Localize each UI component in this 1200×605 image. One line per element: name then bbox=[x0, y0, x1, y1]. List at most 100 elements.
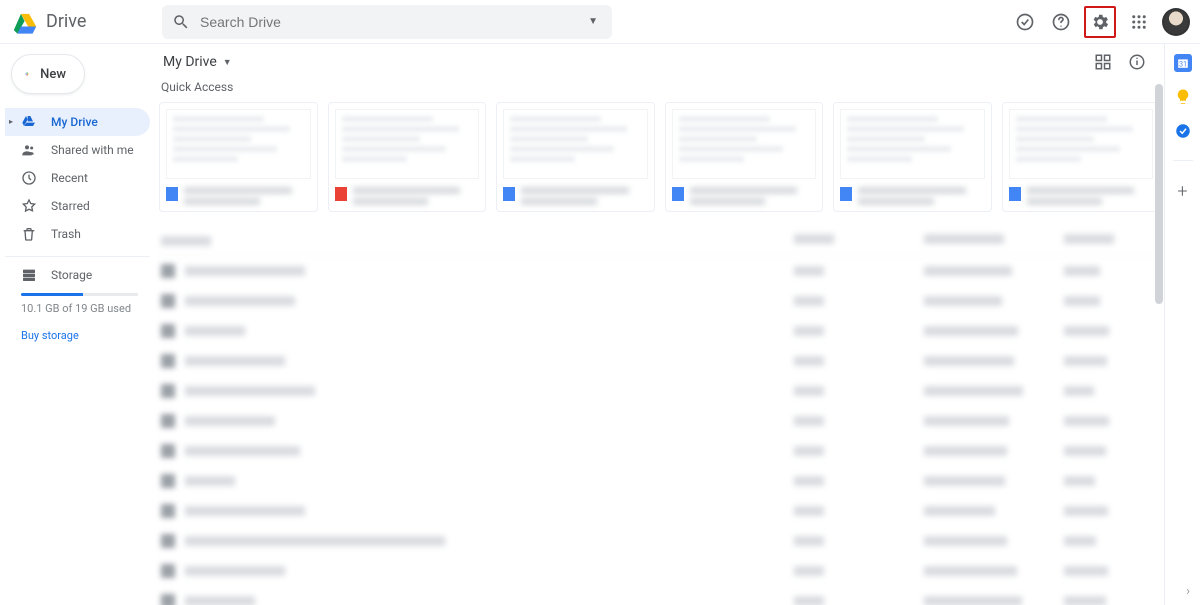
file-type-icon bbox=[161, 444, 175, 458]
side-app-keep[interactable] bbox=[1174, 88, 1192, 106]
doc-type-icon bbox=[672, 187, 684, 201]
quick-access-card[interactable] bbox=[1002, 102, 1161, 212]
file-row[interactable] bbox=[159, 436, 1160, 466]
new-button-label: New bbox=[40, 67, 66, 82]
file-row[interactable] bbox=[159, 556, 1160, 586]
nav-label: Trash bbox=[51, 227, 81, 241]
file-list-header[interactable] bbox=[159, 226, 1160, 256]
quick-access-card[interactable] bbox=[496, 102, 655, 212]
file-type-icon bbox=[161, 534, 175, 548]
file-row[interactable] bbox=[159, 316, 1160, 346]
mydrive-icon bbox=[21, 114, 37, 130]
sidebar-item-storage[interactable]: Storage bbox=[21, 263, 138, 287]
star-icon bbox=[21, 198, 37, 214]
file-type-icon bbox=[161, 594, 175, 605]
expand-caret-icon[interactable]: ▸ bbox=[9, 117, 13, 126]
breadcrumb-label: My Drive bbox=[163, 54, 217, 70]
doc-thumbnail bbox=[672, 109, 817, 179]
shared-icon bbox=[21, 142, 37, 158]
drive-logo-icon bbox=[12, 10, 38, 34]
side-panel-add-button[interactable]: + bbox=[1177, 181, 1187, 202]
doc-type-icon bbox=[503, 187, 515, 201]
file-row[interactable] bbox=[159, 586, 1160, 605]
side-panel: 31 + › bbox=[1164, 44, 1200, 605]
plus-icon bbox=[24, 64, 30, 84]
app-name: Drive bbox=[46, 11, 86, 32]
storage-usage-text: 10.1 GB of 19 GB used bbox=[21, 302, 138, 315]
account-avatar[interactable] bbox=[1162, 8, 1190, 36]
side-panel-collapse-icon[interactable]: › bbox=[1186, 584, 1190, 599]
side-app-calendar[interactable]: 31 bbox=[1174, 54, 1192, 72]
sidebar: New ▸ My Drive Shared with me Recent bbox=[0, 44, 155, 605]
file-row[interactable] bbox=[159, 286, 1160, 316]
quick-access-card[interactable] bbox=[833, 102, 992, 212]
doc-type-icon bbox=[840, 187, 852, 201]
sidebar-item-starred[interactable]: Starred bbox=[5, 192, 150, 220]
svg-text:31: 31 bbox=[1178, 60, 1186, 69]
support-icon[interactable] bbox=[1048, 9, 1074, 35]
trash-icon bbox=[21, 226, 37, 242]
file-row[interactable] bbox=[159, 406, 1160, 436]
sidebar-item-my-drive[interactable]: My Drive bbox=[5, 108, 150, 136]
doc-thumbnail bbox=[1009, 109, 1154, 179]
details-button[interactable] bbox=[1124, 49, 1150, 75]
sidebar-item-recent[interactable]: Recent bbox=[5, 164, 150, 192]
quick-access-card[interactable] bbox=[328, 102, 487, 212]
search-input[interactable] bbox=[200, 14, 574, 30]
doc-thumbnail bbox=[166, 109, 311, 179]
file-type-icon bbox=[161, 264, 175, 278]
buy-storage-link[interactable]: Buy storage bbox=[21, 329, 138, 342]
doc-thumbnail bbox=[840, 109, 985, 179]
nav: ▸ My Drive Shared with me Recent Sta bbox=[5, 108, 150, 342]
nav-label: Shared with me bbox=[51, 143, 134, 157]
file-row[interactable] bbox=[159, 496, 1160, 526]
storage-progress-bar bbox=[21, 293, 138, 296]
nav-label: My Drive bbox=[51, 115, 98, 129]
grid-view-button[interactable] bbox=[1090, 49, 1116, 75]
search-bar[interactable]: ▼ bbox=[162, 5, 612, 39]
quick-access-card[interactable] bbox=[159, 102, 318, 212]
quick-access-card[interactable] bbox=[665, 102, 824, 212]
header-actions bbox=[1012, 6, 1190, 38]
file-row[interactable] bbox=[159, 376, 1160, 406]
quick-access-row bbox=[159, 102, 1160, 212]
file-type-icon bbox=[161, 384, 175, 398]
sidebar-item-trash[interactable]: Trash bbox=[5, 220, 150, 248]
quick-access-heading: Quick Access bbox=[159, 76, 1160, 102]
recent-icon bbox=[21, 170, 37, 186]
doc-thumbnail bbox=[335, 109, 480, 179]
storage-icon bbox=[21, 267, 37, 283]
header: Drive ▼ bbox=[0, 0, 1200, 44]
doc-type-icon bbox=[166, 187, 178, 201]
file-list bbox=[159, 256, 1160, 605]
storage-label: Storage bbox=[51, 268, 92, 282]
nav-label: Recent bbox=[51, 171, 88, 185]
file-type-icon bbox=[161, 564, 175, 578]
side-app-tasks[interactable] bbox=[1174, 122, 1192, 140]
apps-grid-icon[interactable] bbox=[1126, 9, 1152, 35]
file-type-icon bbox=[161, 294, 175, 308]
doc-type-icon bbox=[1009, 187, 1021, 201]
file-row[interactable] bbox=[159, 466, 1160, 496]
chevron-down-icon: ▼ bbox=[223, 57, 232, 68]
ready-offline-icon[interactable] bbox=[1012, 9, 1038, 35]
file-row[interactable] bbox=[159, 256, 1160, 286]
file-type-icon bbox=[161, 504, 175, 518]
file-type-icon bbox=[161, 324, 175, 338]
scrollbar-thumb[interactable] bbox=[1155, 84, 1163, 304]
doc-type-icon bbox=[335, 187, 347, 201]
file-type-icon bbox=[161, 354, 175, 368]
file-type-icon bbox=[161, 474, 175, 488]
breadcrumb-my-drive[interactable]: My Drive ▼ bbox=[159, 50, 236, 74]
settings-gear-icon[interactable] bbox=[1087, 9, 1113, 35]
content-area: My Drive ▼ Quick Access bbox=[155, 44, 1164, 605]
settings-button-highlighted[interactable] bbox=[1084, 6, 1116, 38]
search-icon bbox=[172, 13, 190, 31]
logo-area[interactable]: Drive bbox=[12, 10, 162, 34]
new-button[interactable]: New bbox=[11, 54, 85, 94]
file-row[interactable] bbox=[159, 526, 1160, 556]
search-options-dropdown[interactable]: ▼ bbox=[584, 12, 602, 31]
file-row[interactable] bbox=[159, 346, 1160, 376]
doc-thumbnail bbox=[503, 109, 648, 179]
sidebar-item-shared[interactable]: Shared with me bbox=[5, 136, 150, 164]
